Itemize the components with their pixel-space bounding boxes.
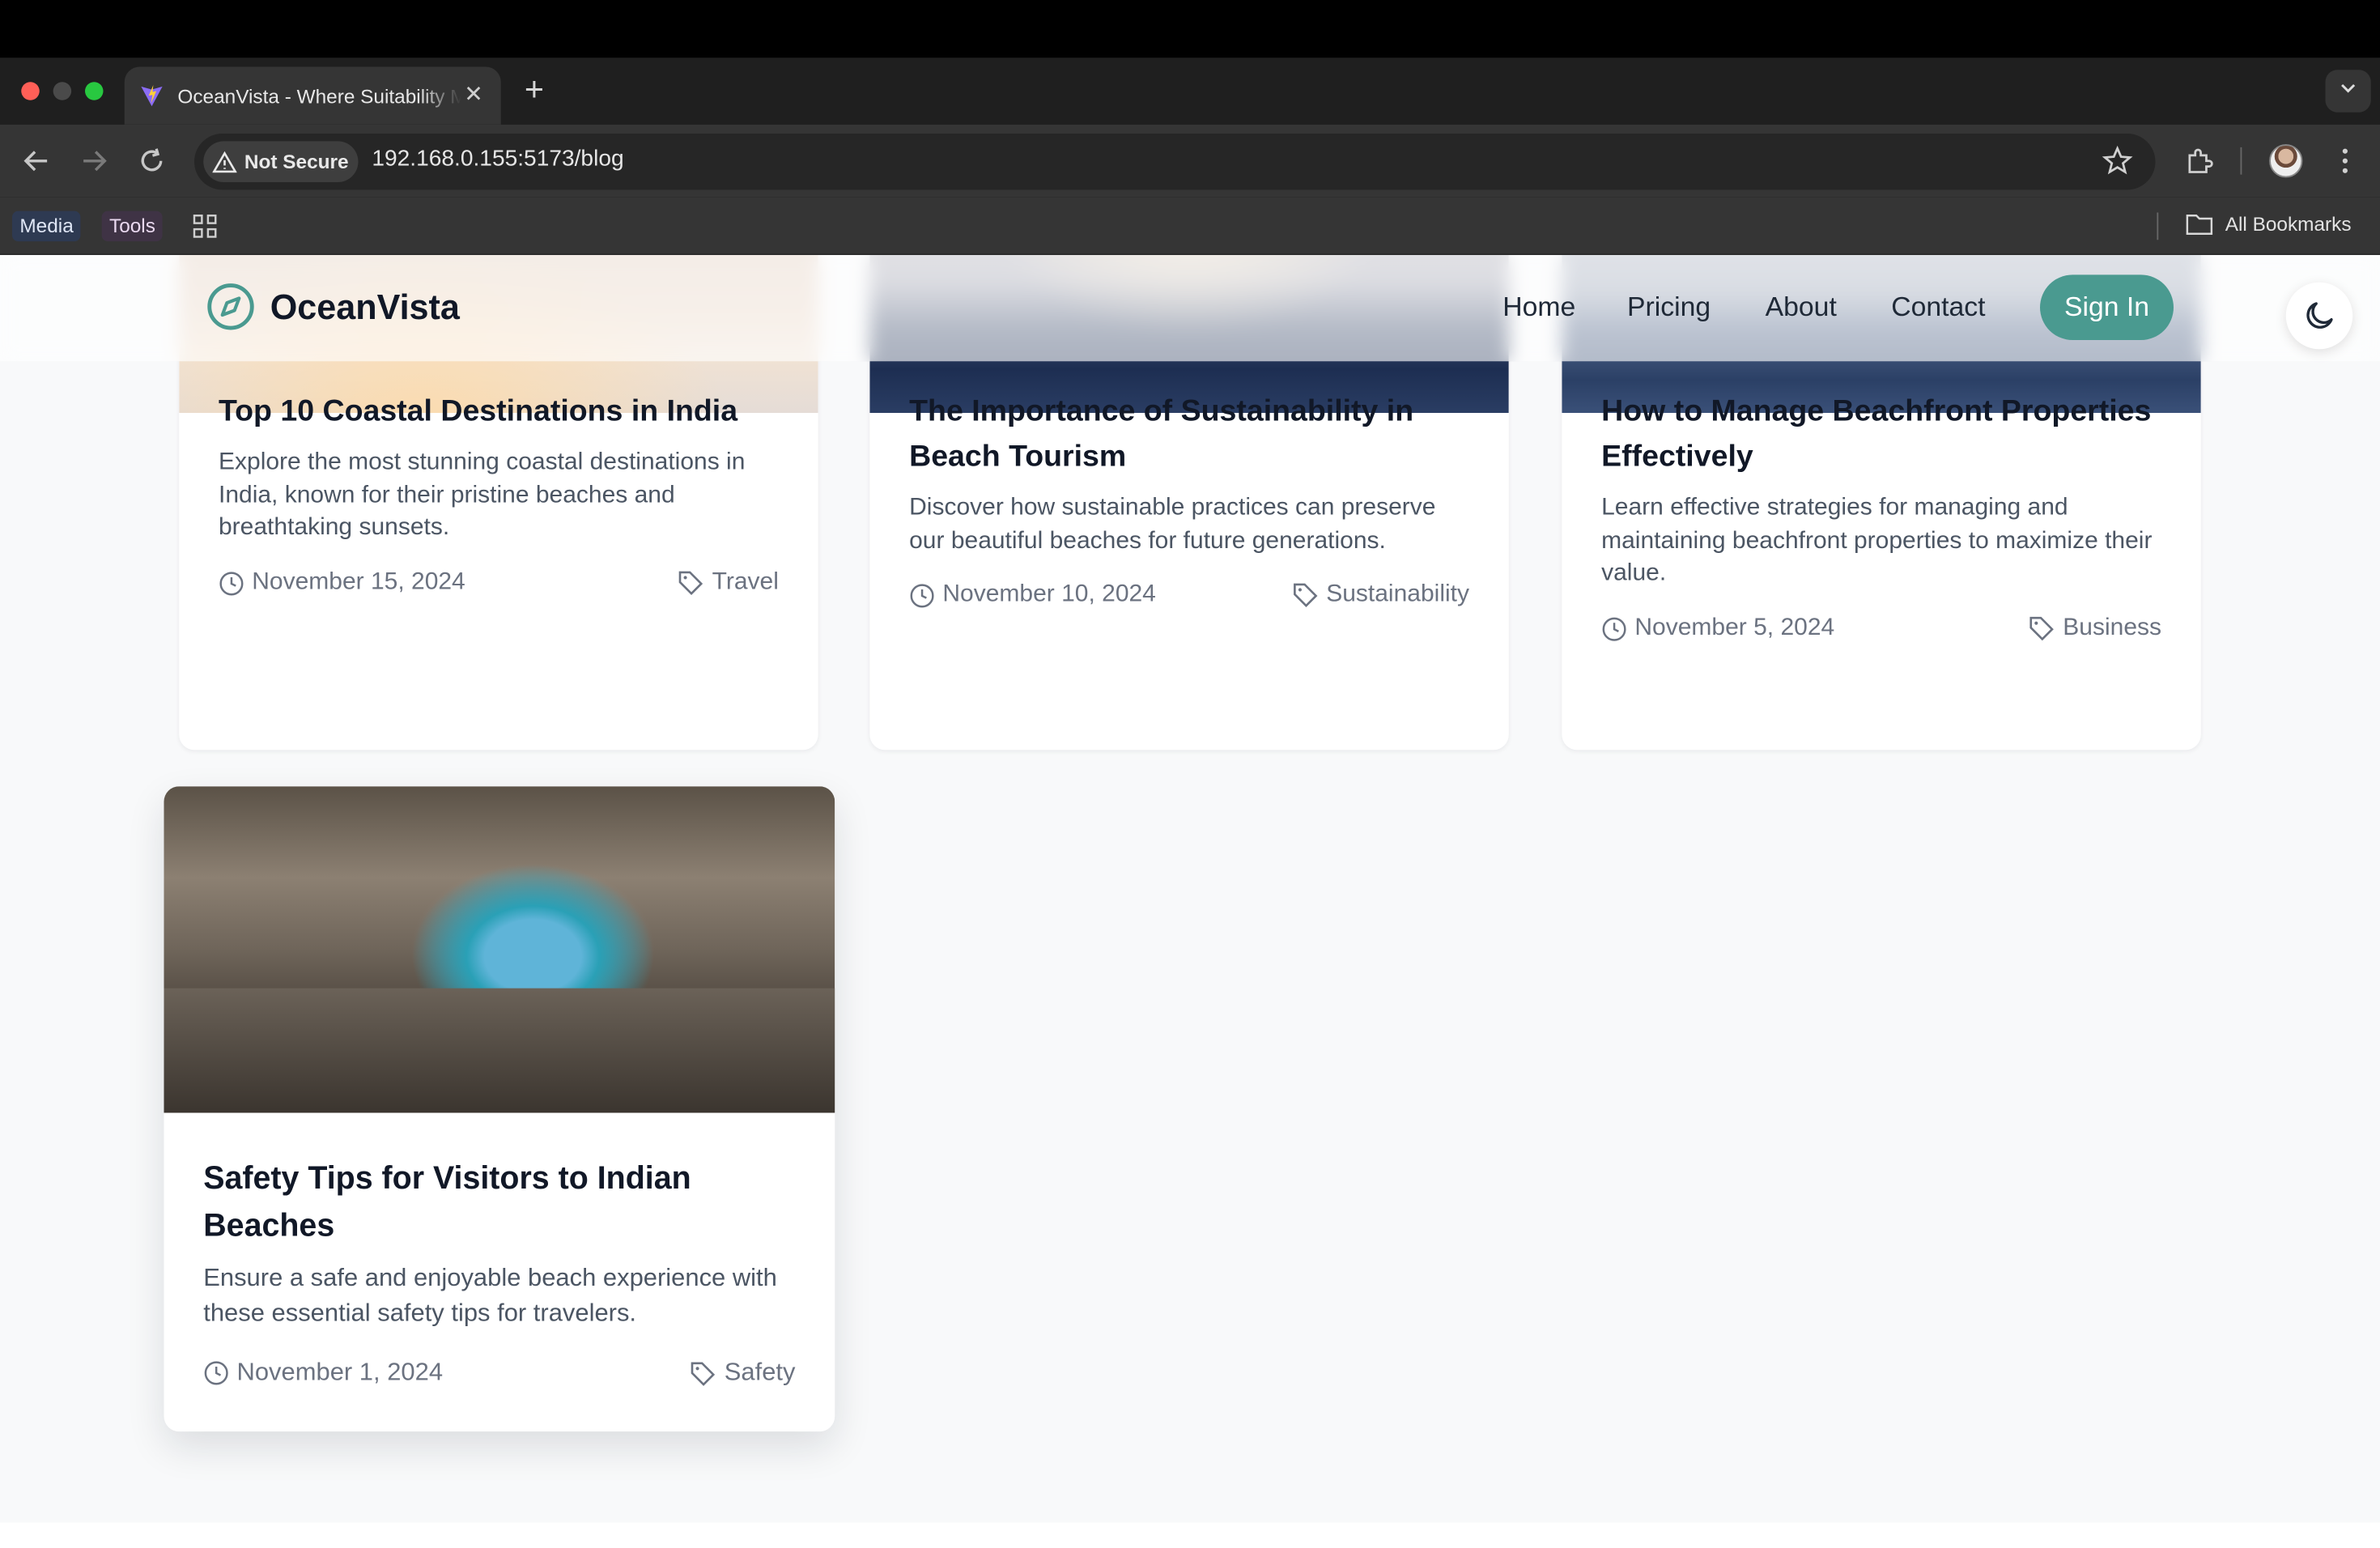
post-date-text: November 5, 2024	[1634, 615, 1835, 641]
clock-icon	[1602, 616, 1626, 640]
post-title[interactable]: Top 10 Coastal Destinations in India	[219, 389, 779, 434]
post-category[interactable]: Business	[2028, 615, 2161, 642]
nav-contact[interactable]: Contact	[1891, 291, 1985, 323]
post-excerpt: Discover how sustainable practices can p…	[909, 495, 1436, 554]
all-bookmarks-label: All Bookmarks	[2225, 212, 2352, 236]
post-title[interactable]: How to Manage Beachfront Properties Effe…	[1601, 389, 2161, 480]
bookmarks-bar	[0, 197, 2380, 255]
post-meta: November 15, 2024 Travel	[219, 569, 779, 597]
post-title[interactable]: The Importance of Sustainability in Beac…	[909, 389, 1469, 480]
profile-avatar[interactable]	[2269, 144, 2303, 178]
bookmark-star-icon[interactable]	[2101, 144, 2134, 177]
clock-icon	[204, 1361, 228, 1385]
extensions-puzzle-icon[interactable]	[2182, 144, 2216, 177]
url-text[interactable]: 192.168.0.155:5173/blog	[372, 146, 623, 172]
minimize-window-button[interactable]	[53, 82, 72, 100]
sign-in-button[interactable]: Sign In	[2040, 274, 2174, 340]
bookmarks-divider	[2157, 212, 2159, 240]
bookmark-media[interactable]: Media	[12, 211, 82, 242]
post-meta: November 5, 2024 Business	[1601, 615, 2161, 642]
warning-triangle-icon	[212, 150, 237, 172]
forward-arrow-icon[interactable]	[76, 142, 113, 179]
back-arrow-icon[interactable]	[19, 142, 55, 179]
nav-home[interactable]: Home	[1502, 291, 1575, 323]
new-tab-button[interactable]: +	[516, 72, 553, 109]
cave-floor	[164, 989, 835, 1113]
tag-icon	[691, 1361, 716, 1385]
system-menubar	[0, 0, 2380, 58]
post-category-text: Safety	[724, 1359, 796, 1386]
post-category-text: Business	[2063, 615, 2161, 641]
clock-icon	[219, 571, 244, 595]
compass-icon	[207, 283, 254, 330]
bookmark-tools[interactable]: Tools	[101, 211, 164, 242]
browser-window: OceanVista - Where Suitability Meets Ser…	[0, 0, 2380, 1548]
chevron-down-icon	[2341, 83, 2356, 93]
post-excerpt: Ensure a safe and enjoyable beach experi…	[203, 1264, 777, 1326]
post-date: November 15, 2024	[219, 569, 465, 597]
post-meta: November 1, 2024 Safety	[203, 1359, 796, 1388]
nav-about[interactable]: About	[1766, 291, 1837, 323]
folder-icon	[2186, 215, 2213, 235]
toolbar-divider	[2240, 147, 2242, 175]
brand-logo[interactable]: OceanVista	[206, 283, 460, 331]
page-viewport: Top 10 Coastal Destinations in India Exp…	[0, 255, 2380, 1548]
post-date: November 10, 2024	[909, 581, 1156, 609]
post-excerpt: Explore the most stunning coastal destin…	[219, 449, 746, 541]
moon-icon	[2306, 302, 2333, 329]
brand-name: OceanVista	[270, 286, 460, 326]
post-image	[164, 786, 835, 1113]
post-date: November 1, 2024	[203, 1359, 443, 1388]
post-excerpt: Learn effective strategies for managing …	[1601, 495, 2153, 586]
reload-icon[interactable]	[134, 142, 170, 179]
blog-post-card-hovered[interactable]: Safety Tips for Visitors to Indian Beach…	[164, 786, 835, 1432]
tag-icon	[2029, 616, 2055, 641]
tag-icon	[1293, 583, 1317, 607]
browser-tab-active[interactable]: OceanVista - Where Suitability Meets Ser…	[124, 66, 501, 125]
post-title[interactable]: Safety Tips for Visitors to Indian Beach…	[203, 1155, 795, 1249]
nav-pricing[interactable]: Pricing	[1627, 291, 1711, 323]
post-meta: November 10, 2024 Sustainability	[909, 581, 1469, 609]
post-date: November 5, 2024	[1601, 615, 1834, 642]
post-category[interactable]: Travel	[678, 569, 779, 597]
post-category[interactable]: Safety	[690, 1359, 796, 1388]
post-date-text: November 10, 2024	[942, 581, 1156, 607]
theme-toggle-button[interactable]	[2285, 282, 2353, 350]
post-date-text: November 15, 2024	[252, 569, 465, 595]
maximize-window-button[interactable]	[85, 82, 104, 100]
site-header: OceanVista Home Pricing About Contact Si…	[0, 255, 2380, 362]
more-vertical-icon[interactable]	[2328, 144, 2361, 177]
post-category[interactable]: Sustainability	[1291, 581, 1469, 609]
security-chip[interactable]: Not Secure	[203, 141, 359, 182]
post-category-text: Travel	[712, 569, 779, 595]
footer-edge	[0, 1522, 2380, 1548]
vite-favicon-icon	[141, 85, 163, 107]
close-tab-icon[interactable]: ✕	[461, 83, 486, 108]
all-bookmarks-button[interactable]: All Bookmarks	[2186, 213, 2352, 236]
apps-grid-icon[interactable]	[193, 214, 217, 238]
tab-title: OceanVista - Where Suitability Meets Ser…	[177, 84, 461, 108]
security-label: Not Secure	[244, 150, 349, 173]
clock-icon	[910, 583, 934, 607]
tab-search-button[interactable]	[2325, 70, 2371, 113]
tag-icon	[678, 571, 703, 595]
close-window-button[interactable]	[21, 82, 40, 100]
post-category-text: Sustainability	[1326, 581, 1469, 607]
post-date-text: November 1, 2024	[236, 1359, 444, 1386]
